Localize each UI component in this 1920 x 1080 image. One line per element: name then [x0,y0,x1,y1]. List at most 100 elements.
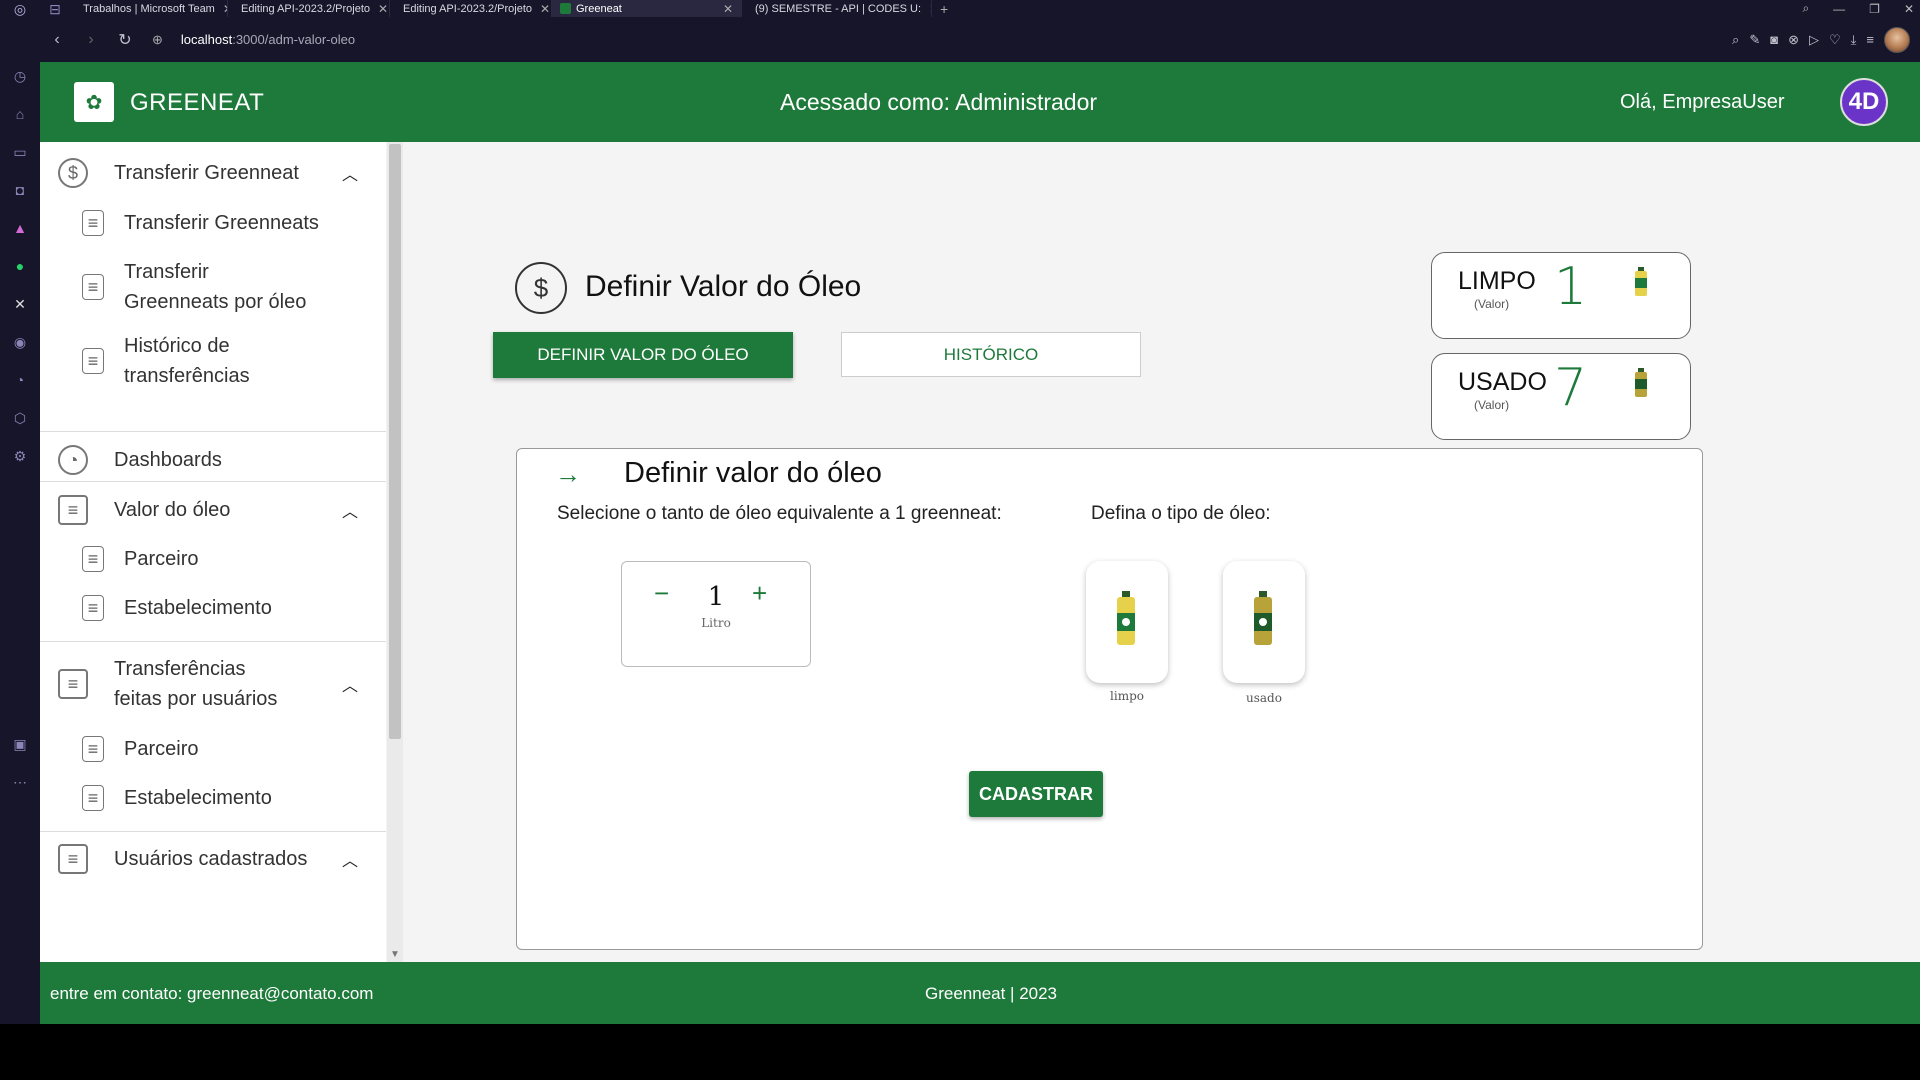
play-icon[interactable]: ▷ [1809,32,1819,48]
browser-menu-icon[interactable]: ◎ [0,0,40,18]
sidebar-item-valor-parceiro[interactable]: ≡ Parceiro [82,544,198,574]
speed-dial-icon[interactable]: ◷ [11,67,29,85]
greeneat-favicon-icon [560,3,571,14]
plus-button[interactable]: + [752,578,767,609]
browser-tab-greeneat[interactable]: Greeneat ✕ [552,0,742,17]
oil-option-limpo[interactable] [1086,561,1168,683]
close-icon[interactable]: ✕ [370,2,388,16]
list-icon: ≡ [58,495,88,525]
wallet-icon[interactable]: ▣ [11,735,29,753]
chevron-up-icon[interactable]: ︿ [342,672,358,696]
value-card-name: USADO [1458,368,1547,396]
tab-definir-valor[interactable]: DEFINIR VALOR DO ÓLEO [493,332,793,378]
sidebar-group-valor[interactable]: ≡ Valor do óleo ︿ [58,495,386,525]
list-icon: ≡ [82,546,104,572]
history-icon[interactable]: ◔ [11,371,29,389]
sidebar-item-valor-estabelecimento[interactable]: ≡ Estabelecimento [82,593,272,623]
browser-profile-avatar[interactable] [1884,26,1910,53]
oil-option-label: limpo [1110,689,1144,703]
chevron-up-icon[interactable]: ︿ [342,498,358,522]
back-icon[interactable]: ‹ [40,31,74,49]
more-icon[interactable]: ⋯ [11,773,29,791]
camera-icon[interactable]: ◙ [1770,32,1778,47]
whatsapp-icon[interactable]: ● [11,257,29,275]
user-avatar[interactable]: 4D [1840,78,1888,126]
sidebar-group-transf-usuarios[interactable]: ≡ Transferências feitas por usuários ︿ [58,654,386,714]
edit-icon[interactable]: ✎ [1749,32,1760,48]
x-icon[interactable]: ✕ [11,295,29,313]
scroll-down-icon[interactable]: ▼ [390,949,400,960]
sidebar-item-transf-parceiro[interactable]: ≡ Parceiro [82,734,198,764]
tab-label: Editing API-2023.2/Projeto [403,2,533,15]
clean-oil-bottle-icon [1635,267,1647,296]
oil-option-usado[interactable] [1223,561,1305,683]
form-title: Definir valor do óleo [624,457,882,489]
browser-tab-github-1[interactable]: Editing API-2023.2/Projeto ✕ [228,0,390,17]
chevron-up-icon[interactable]: ︿ [342,847,358,871]
dollar-icon: $ [58,158,88,188]
forward-icon[interactable]: › [74,31,108,49]
browser-tab-teams[interactable]: Trabalhos | Microsoft Team ✕ [70,0,228,17]
tab-historico[interactable]: HISTÓRICO [841,332,1141,377]
list-icon: ≡ [82,785,104,811]
instagram-icon[interactable]: ◘ [11,181,29,199]
download-icon[interactable]: ⤓ [1851,32,1857,48]
greeneat-logo[interactable]: ✿ [74,82,114,122]
sidebar-item-dashboards[interactable]: ◔ Dashboards [58,445,222,475]
site-info-icon[interactable]: ⊕ [152,32,163,48]
sidebar-group-label: Transferências feitas por usuários [114,658,278,710]
shopping-icon[interactable]: ⌂ [11,105,29,123]
close-icon[interactable]: ✕ [532,2,550,16]
search-tabs-icon[interactable]: ⌕ [1802,1,1809,16]
close-icon[interactable]: ✕ [215,2,227,16]
browser-toolbar-icons: ⌕ ✎ ◙ ⊗ ▷ ♡ ⤓ ≡ [1732,17,1910,62]
chevron-up-icon[interactable]: ︿ [342,161,358,185]
twitch-icon[interactable]: ▭ [11,143,29,161]
sidebar-item-transferir-oleo[interactable]: ≡ Transferir Greenneats por óleo [82,257,314,317]
stepper-unit: Litro [701,616,731,630]
sidebar-item-transferir-greenneats[interactable]: ≡ Transferir Greenneats [82,208,319,238]
sidebar-item-historico[interactable]: ≡ Histórico de transferências [82,331,284,391]
minimize-icon[interactable]: — [1833,2,1845,16]
oil-option-label: usado [1246,691,1282,705]
tab-groups-icon[interactable]: ⊟ [40,0,70,18]
settings-icon[interactable]: ⚙ [11,447,29,465]
browser-tab-youtube[interactable]: (9) SEMESTRE - API | CODES U: ✕ [742,0,932,17]
vpn-icon[interactable]: ⊗ [1788,32,1799,48]
list-icon: ≡ [82,348,104,374]
used-oil-bottle-icon [1254,591,1272,645]
url-bar[interactable]: ⊕ localhost:3000/adm-valor-oleo [152,32,355,48]
close-icon[interactable]: ✕ [715,2,733,16]
url-host: localhost [180,32,233,47]
close-icon[interactable]: ✕ [921,2,931,16]
pie-chart-icon: ◔ [58,445,88,475]
aria-icon[interactable]: ▲ [11,219,29,237]
browser-tab-github-2[interactable]: Editing API-2023.2/Projeto ✕ [390,0,552,17]
stepper-value: 1 [707,582,725,612]
value-card-limpo: LIMPO (Valor) 1 [1431,252,1691,339]
type-question: Defina o tipo de óleo: [1091,503,1271,524]
heart-icon[interactable]: ♡ [1829,32,1841,48]
menu-icon[interactable]: ≡ [1866,32,1874,47]
scrollbar-thumb[interactable] [389,144,401,739]
sidebar-group-transferir[interactable]: $ Transferir Greenneat ︿ [58,158,386,188]
sidebar-scrollbar[interactable]: ▼ [387,142,403,962]
sidebar-group-usuarios[interactable]: ≡ Usuários cadastrados ︿ [58,844,386,874]
player-icon[interactable]: ◉ [11,333,29,351]
value-card-name: LIMPO [1458,267,1536,295]
close-window-icon[interactable]: ✕ [1904,2,1914,16]
sidebar-group-label: Transferir Greenneat [114,162,299,184]
value-card-sub: (Valor) [1474,398,1510,412]
reload-icon[interactable]: ↻ [108,30,142,50]
sidebar-group-label: Valor do óleo [114,499,231,521]
dollar-icon: $ [515,262,567,314]
extensions-icon[interactable]: ⬡ [11,409,29,427]
restore-icon[interactable]: ❐ [1869,2,1880,16]
divider [40,431,386,432]
sidebar-item-transf-estabelecimento[interactable]: ≡ Estabelecimento [82,783,272,813]
new-tab-button[interactable]: + [932,0,956,17]
cadastrar-button[interactable]: CADASTRAR [969,771,1103,817]
list-icon: ≡ [58,844,88,874]
amount-question: Selecione o tanto de óleo equivalente a … [557,503,1002,524]
search-icon[interactable]: ⌕ [1732,32,1739,48]
